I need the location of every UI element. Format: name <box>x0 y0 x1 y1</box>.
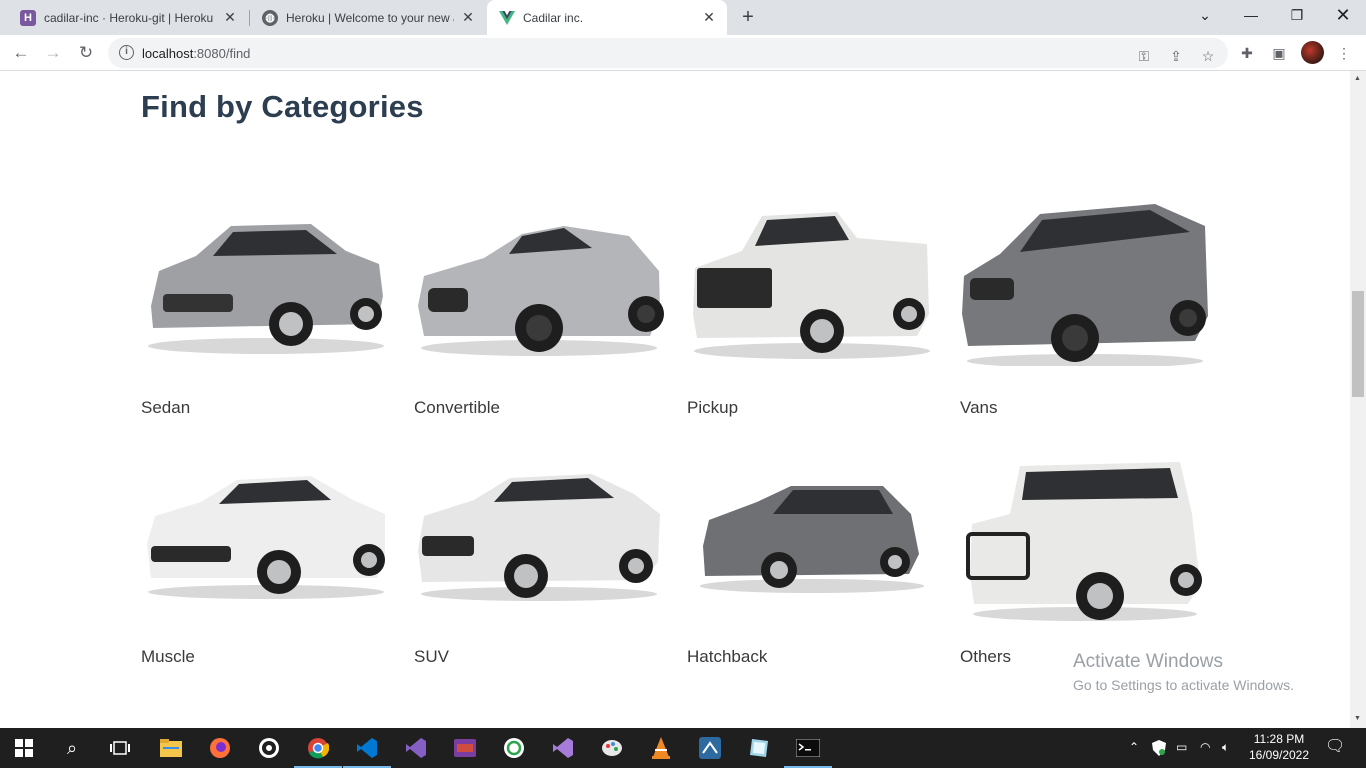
hatchback-car-image <box>700 486 924 593</box>
category-card-vans[interactable]: Vans <box>960 196 1210 417</box>
reload-button[interactable]: ↻ <box>73 40 99 66</box>
globe-icon: ◍ <box>262 9 278 26</box>
pickup-car-image <box>693 212 930 359</box>
tab-title: cadilar-inc · Heroku-git | Heroku <box>44 10 214 25</box>
search-icon[interactable]: ⌕ <box>58 734 86 762</box>
windows-taskbar: ⌕ ⌃ ▭ ◠ 🔈︎ 11:28 PM 16/09/2022 🗨︎ <box>0 728 1366 768</box>
system-clock[interactable]: 11:28 PM 16/09/2022 <box>1244 731 1314 763</box>
restore-button[interactable]: ❐ <box>1274 0 1320 30</box>
visual-studio-alt-icon[interactable] <box>549 734 577 762</box>
category-card-others[interactable]: Others <box>960 454 1210 666</box>
category-card-suv[interactable]: SUV <box>414 454 664 666</box>
volume-icon[interactable]: 🔈︎ <box>1222 740 1229 755</box>
heroku-icon: H <box>20 9 36 26</box>
page-title: Find by Categories <box>141 89 424 124</box>
category-label[interactable]: Others <box>960 647 1011 667</box>
bookmark-star-icon[interactable]: ☆ <box>1198 46 1218 66</box>
mysql-workbench-icon[interactable] <box>696 734 724 762</box>
battery-icon[interactable]: ▭ <box>1176 740 1187 754</box>
vue-icon <box>499 10 515 26</box>
windows-start-icon[interactable] <box>10 734 38 762</box>
notification-center-icon[interactable]: 🗨︎ <box>1325 736 1345 756</box>
sourcetree-icon[interactable] <box>500 734 528 762</box>
vertical-scrollbar[interactable]: ▲ ▼ <box>1350 71 1366 728</box>
obs-icon[interactable] <box>255 734 283 762</box>
category-card-convertible[interactable]: Convertible <box>414 196 664 417</box>
security-shield-icon[interactable] <box>1152 740 1166 759</box>
vans-car-image <box>962 204 1208 368</box>
share-icon[interactable]: ⇪ <box>1166 46 1186 66</box>
visual-studio-icon[interactable] <box>402 734 430 762</box>
category-label[interactable]: SUV <box>414 647 449 667</box>
watermark-title: Activate Windows <box>1073 651 1223 672</box>
close-tab-icon[interactable]: ✕ <box>222 9 238 26</box>
category-card-hatchback[interactable]: Hatchback <box>687 454 937 666</box>
wifi-icon[interactable]: ◠ <box>1200 740 1210 754</box>
category-label[interactable]: Convertible <box>414 398 500 418</box>
tab-heroku-welcome[interactable]: ◍ Heroku | Welcome to your new a ✕ <box>250 0 486 35</box>
firefox-icon[interactable] <box>206 734 234 762</box>
task-view-icon[interactable] <box>106 734 134 762</box>
activate-windows-watermark: Activate Windows Go to Settings to activ… <box>1073 651 1294 693</box>
extensions-icon[interactable]: ✚ <box>1237 43 1257 63</box>
tab-cadilar[interactable]: Cadilar inc. ✕ <box>487 0 727 35</box>
browser-toolbar: ← → ↻ i localhost:8080/find ⚿ ⇪ ☆ ✚ ▣ ⋮ <box>0 35 1366 71</box>
page-content: Find by Categories Sedan Convertible Pic… <box>0 71 1350 728</box>
close-window-button[interactable]: ✕ <box>1320 0 1366 30</box>
close-tab-icon[interactable]: ✕ <box>460 9 476 26</box>
chrome-icon[interactable] <box>294 734 342 768</box>
scroll-up-arrow[interactable]: ▲ <box>1354 75 1361 82</box>
clock-time: 11:28 PM <box>1253 732 1305 746</box>
tab-search-icon[interactable]: ⌄ <box>1182 0 1228 30</box>
key-icon[interactable]: ⚿ <box>1134 46 1154 66</box>
side-panel-icon[interactable]: ▣ <box>1269 43 1289 63</box>
scroll-down-arrow[interactable]: ▼ <box>1354 715 1361 722</box>
back-button[interactable]: ← <box>8 40 34 66</box>
profile-avatar[interactable] <box>1301 41 1324 64</box>
minimize-button[interactable]: — <box>1228 0 1274 30</box>
watermark-subtitle: Go to Settings to activate Windows. <box>1073 677 1294 693</box>
vscode-icon[interactable] <box>343 734 391 768</box>
category-label[interactable]: Pickup <box>687 398 738 418</box>
category-card-pickup[interactable]: Pickup <box>687 196 937 417</box>
category-card-sedan[interactable]: Sedan <box>141 196 391 417</box>
category-label[interactable]: Hatchback <box>687 647 767 667</box>
clock-date: 16/09/2022 <box>1248 748 1310 762</box>
close-tab-icon[interactable]: ✕ <box>701 9 717 26</box>
menu-icon[interactable]: ⋮ <box>1334 43 1354 63</box>
tab-title: Heroku | Welcome to your new a <box>286 10 454 25</box>
vlc-icon[interactable] <box>647 734 675 762</box>
muscle-car-image <box>147 476 385 599</box>
terminal-icon[interactable] <box>784 734 832 768</box>
others-car-image <box>966 462 1202 621</box>
file-explorer-icon[interactable] <box>157 734 185 762</box>
category-label[interactable]: Sedan <box>141 398 190 418</box>
new-tab-button[interactable]: + <box>737 6 759 28</box>
suv-car-image <box>418 474 660 601</box>
show-hidden-icons-chevron-icon[interactable]: ⌃ <box>1129 740 1139 754</box>
scrollbar-thumb[interactable] <box>1352 291 1364 397</box>
paint-icon[interactable] <box>598 734 626 762</box>
category-label[interactable]: Vans <box>960 398 998 418</box>
forward-button[interactable]: → <box>40 40 66 66</box>
tab-heroku-git[interactable]: H cadilar-inc · Heroku-git | Heroku ✕ <box>8 0 248 35</box>
tab-strip: H cadilar-inc · Heroku-git | Heroku ✕ ◍ … <box>0 0 1366 35</box>
address-bar[interactable]: i localhost:8080/find ⚿ ⇪ ☆ <box>108 38 1228 68</box>
category-label[interactable]: Muscle <box>141 647 195 667</box>
category-card-muscle[interactable]: Muscle <box>141 454 391 666</box>
game-app-icon[interactable] <box>451 734 479 762</box>
tab-title: Cadilar inc. <box>523 10 584 25</box>
sedan-car-image <box>148 224 384 354</box>
site-info-icon[interactable]: i <box>119 45 134 60</box>
convertible-car-image <box>418 226 664 356</box>
url-text[interactable]: localhost:8080/find <box>142 46 250 61</box>
notes-app-icon[interactable] <box>745 734 773 762</box>
